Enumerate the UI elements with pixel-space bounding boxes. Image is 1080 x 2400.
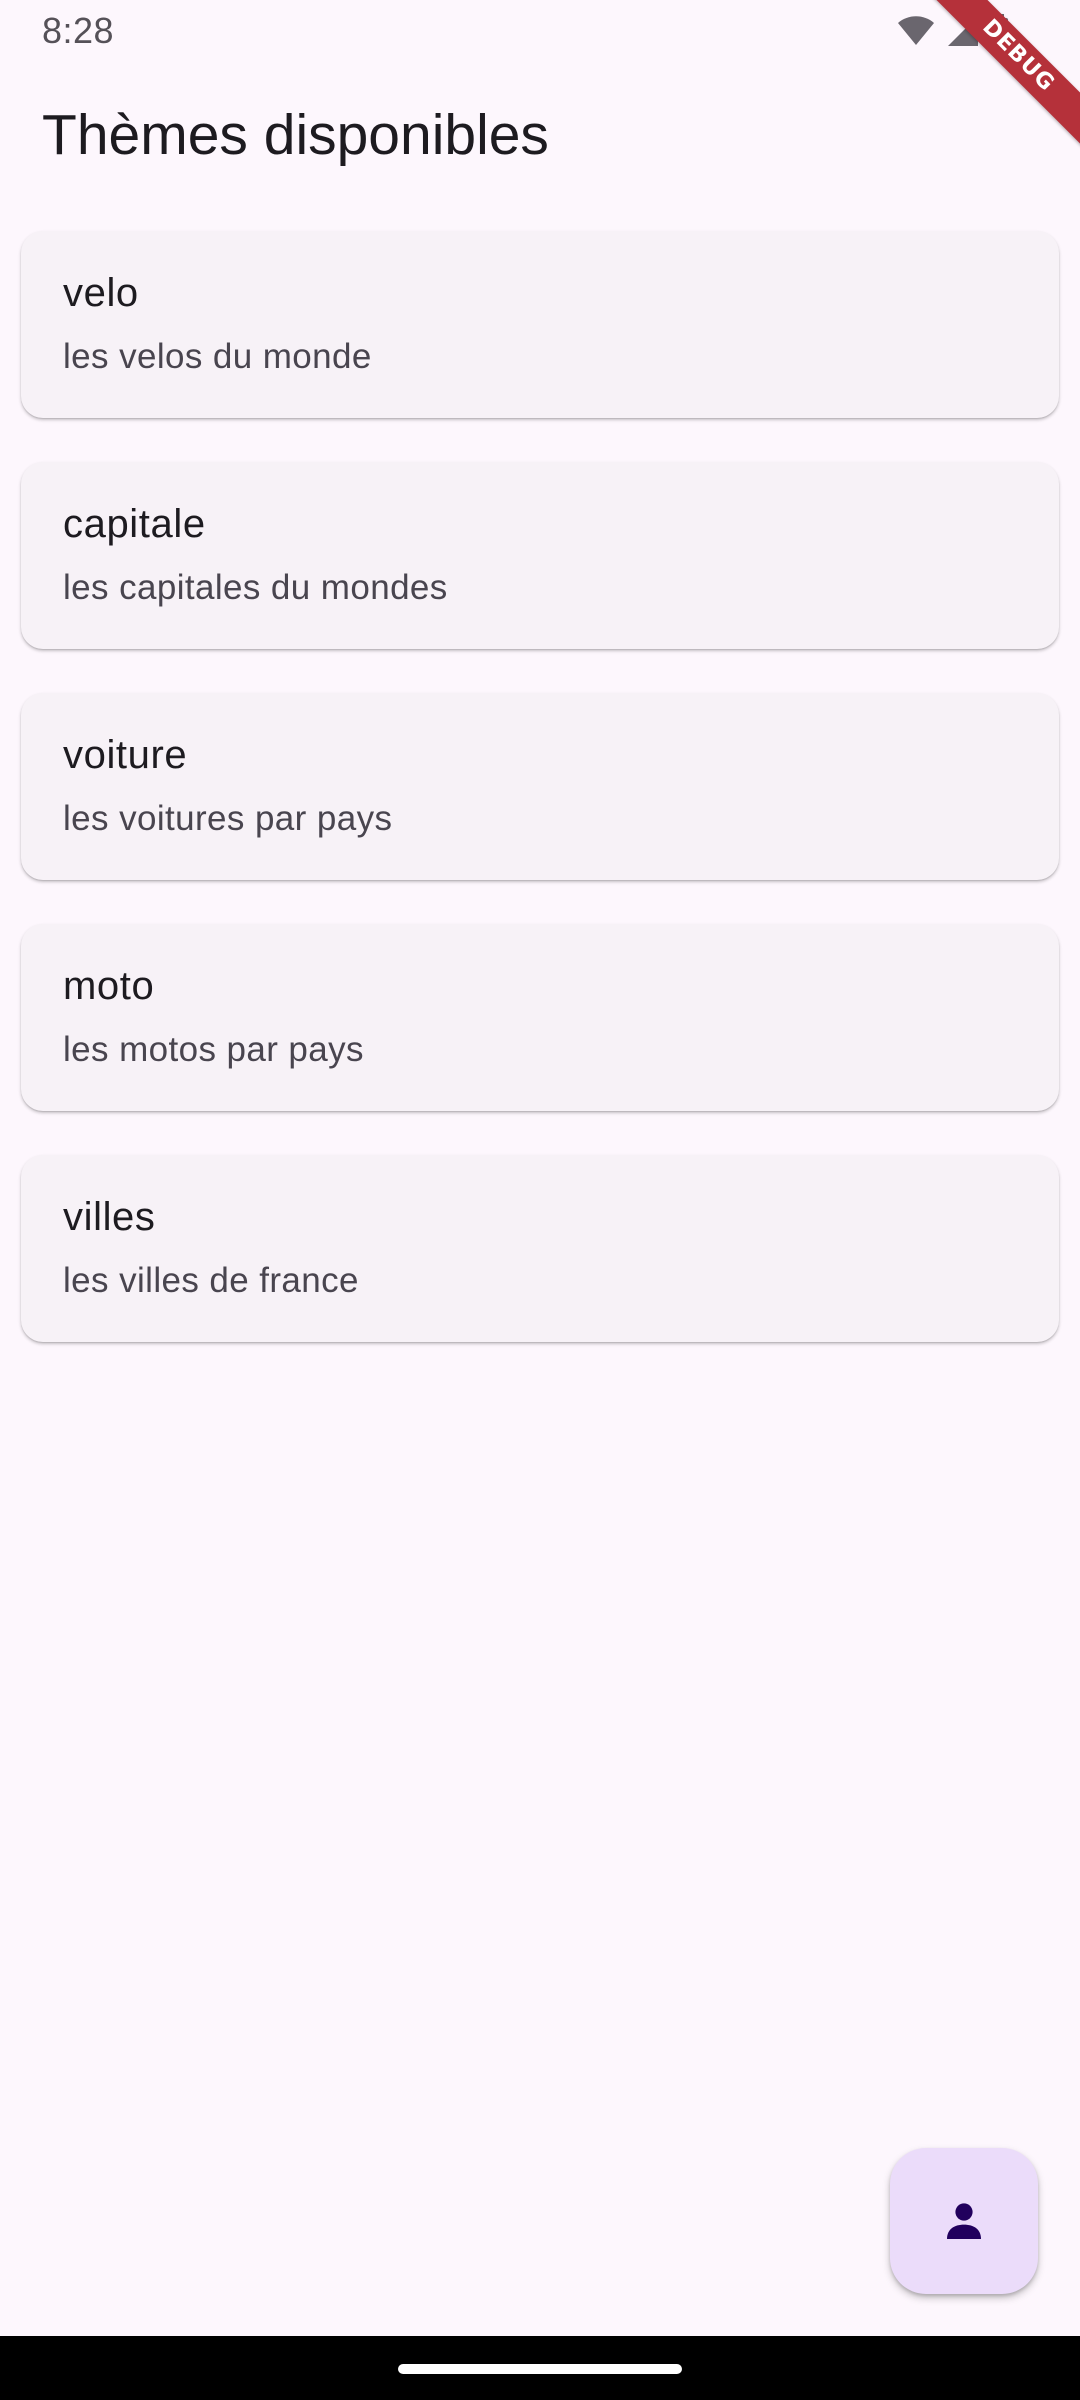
theme-subtitle: les capitales du mondes — [63, 568, 448, 607]
page-title: Thèmes disponibles — [42, 103, 549, 167]
battery-icon — [990, 14, 1010, 48]
home-gesture-handle[interactable] — [398, 2364, 682, 2374]
profile-fab-button[interactable] — [890, 2148, 1038, 2294]
theme-card-moto[interactable]: moto les motos par pays — [21, 924, 1059, 1111]
theme-subtitle: les villes de france — [63, 1261, 359, 1300]
app-bar: Thèmes disponibles — [0, 62, 1080, 208]
theme-title: velo — [63, 271, 139, 315]
theme-subtitle: les velos du monde — [63, 337, 372, 376]
wifi-icon — [896, 15, 936, 47]
person-icon — [940, 2197, 988, 2245]
status-icons — [896, 14, 1010, 48]
system-navigation-bar — [0, 2336, 1080, 2400]
theme-card-velo[interactable]: velo les velos du monde — [21, 231, 1059, 418]
theme-title: voiture — [63, 733, 188, 777]
theme-card-voiture[interactable]: voiture les voitures par pays — [21, 693, 1059, 880]
theme-title: capitale — [63, 502, 206, 546]
theme-subtitle: les motos par pays — [63, 1030, 364, 1069]
theme-card-capitale[interactable]: capitale les capitales du mondes — [21, 462, 1059, 649]
theme-title: villes — [63, 1195, 156, 1239]
theme-title: moto — [63, 964, 155, 1008]
theme-list: velo les velos du monde capitale les cap… — [21, 231, 1059, 1386]
theme-card-villes[interactable]: villes les villes de france — [21, 1155, 1059, 1342]
status-bar: 8:28 — [0, 0, 1080, 62]
theme-subtitle: les voitures par pays — [63, 799, 393, 838]
status-time: 8:28 — [42, 10, 115, 51]
signal-icon — [946, 14, 980, 48]
